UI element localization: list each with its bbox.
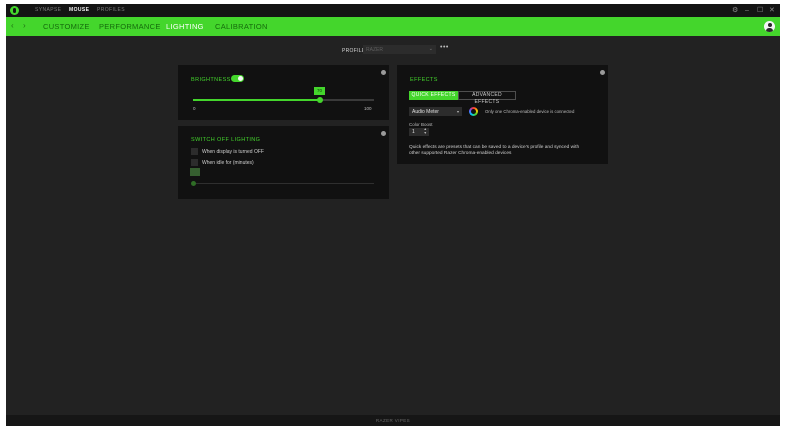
back-arrow-icon[interactable]: ‹ (11, 21, 14, 30)
effect-dropdown-value: Audio Meter (412, 109, 439, 115)
brightness-slider-handle[interactable] (317, 97, 323, 103)
top-tab-mouse[interactable]: MOUSE (69, 7, 89, 13)
effect-dropdown[interactable]: Audio Meter ▾ (409, 107, 462, 116)
top-tab-profiles[interactable]: PROFILES (97, 7, 125, 13)
avatar-head (767, 23, 772, 27)
info-icon[interactable] (381, 70, 386, 75)
footer-label: RAZER VIPES (375, 418, 411, 423)
brightness-min-label: 0 (193, 106, 196, 111)
info-icon[interactable] (600, 70, 605, 75)
tab-quick-effects[interactable]: QUICK EFFECTS (409, 91, 458, 100)
title-bar: SYNAPSE MOUSE PROFILES ⚙ – ☐ ✕ (6, 4, 780, 17)
display-off-label: When display is turned OFF (202, 149, 264, 155)
brightness-slider-fill (193, 99, 320, 101)
avatar-icon[interactable] (764, 21, 775, 32)
settings-icon[interactable]: ⚙ (732, 6, 738, 15)
maximize-button[interactable]: ☐ (757, 6, 763, 15)
idle-slider-handle[interactable] (191, 181, 196, 186)
footer-bar: RAZER VIPES (6, 415, 780, 426)
idle-checkbox[interactable] (191, 159, 198, 166)
tab-lighting[interactable]: LIGHTING (166, 22, 204, 31)
tab-performance[interactable]: PERFORMANCE (99, 22, 161, 31)
chroma-icon (469, 107, 478, 116)
profile-label: PROFILE (342, 48, 366, 54)
close-button[interactable]: ✕ (769, 6, 775, 15)
stepper-arrows-icon[interactable]: ▲ ▼ (424, 127, 427, 135)
synapse-window: SYNAPSE MOUSE PROFILES ⚙ – ☐ ✕ ‹ › CUSTO… (6, 4, 780, 426)
tab-calibration[interactable]: CALIBRATION (215, 22, 268, 31)
brightness-panel: BRIGHTNESS 70 0 100 (178, 65, 389, 120)
tab-customize[interactable]: CUSTOMIZE (43, 22, 90, 31)
idle-label: When idle for (minutes) (202, 160, 254, 166)
effects-description: Quick effects are presets that can be sa… (409, 145, 580, 156)
color-boost-label: Color Boost (409, 122, 433, 127)
brightness-title: BRIGHTNESS (191, 77, 231, 83)
color-boost-stepper[interactable]: 1 ▲ ▼ (409, 127, 429, 136)
section-nav-bar: ‹ › CUSTOMIZE PERFORMANCE LIGHTING CALIB… (6, 17, 780, 36)
info-icon[interactable] (381, 131, 386, 136)
top-tab-synapse[interactable]: SYNAPSE (35, 7, 61, 13)
avatar-body (766, 28, 773, 32)
razer-logo-icon (10, 6, 19, 15)
color-boost-value: 1 (412, 129, 415, 135)
brightness-value-bubble: 70 (314, 87, 325, 95)
brightness-toggle[interactable] (231, 75, 244, 82)
tab-advanced-effects[interactable]: ADVANCED EFFECTS (458, 91, 516, 105)
idle-minutes-box (190, 168, 200, 176)
effects-panel: EFFECTS QUICK EFFECTS ADVANCED EFFECTS A… (397, 65, 608, 164)
profile-dropdown[interactable]: RAZER ⌄ (363, 45, 436, 54)
chevron-down-icon: ⌄ (428, 46, 433, 52)
chroma-note: Only one Chroma-enabled device is connec… (485, 109, 575, 114)
switch-off-lighting-title: SWITCH OFF LIGHTING (191, 137, 261, 143)
profile-more-button[interactable]: ••• (440, 44, 449, 51)
switch-off-lighting-panel: SWITCH OFF LIGHTING When display is turn… (178, 126, 389, 199)
effects-title: EFFECTS (410, 77, 438, 83)
forward-arrow-icon[interactable]: › (23, 21, 26, 30)
minimize-button[interactable]: – (745, 6, 749, 15)
brightness-max-label: 100 (364, 106, 372, 111)
idle-slider-track[interactable] (193, 183, 374, 184)
display-off-checkbox[interactable] (191, 148, 198, 155)
profile-value: RAZER (366, 47, 383, 53)
chevron-down-icon: ▾ (456, 109, 459, 114)
